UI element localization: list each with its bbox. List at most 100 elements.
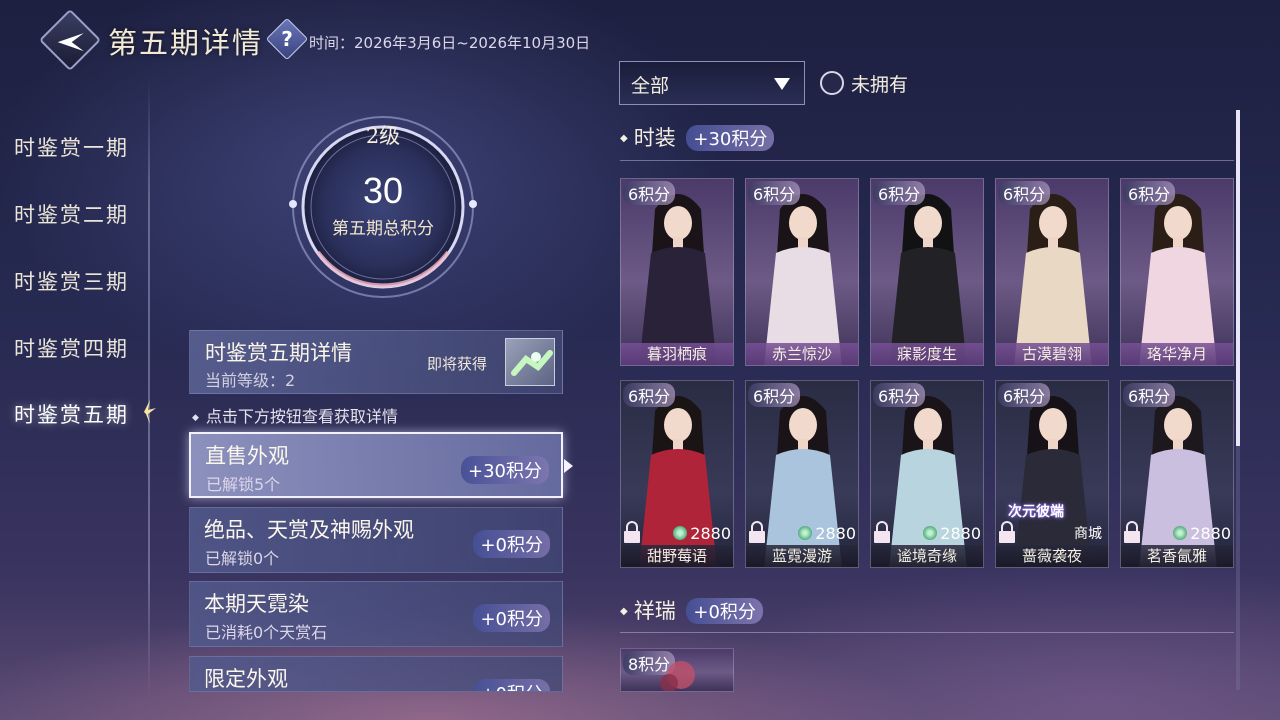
period-detail-card[interactable]: 时鉴赏五期详情 当前等级：2 即将获得 (189, 330, 563, 394)
points-badge: 6积分 (623, 383, 676, 407)
selected-arrow-icon (564, 459, 573, 473)
jade-currency-icon (798, 526, 813, 540)
detail-title: 时鉴赏五期详情 (205, 341, 352, 365)
section-title: 时装 (633, 126, 676, 150)
category-points-badge: +0积分 (473, 679, 550, 691)
points-badge: 6积分 (998, 181, 1051, 205)
fashion-card[interactable]: 6积分 2880 谧境奇缘 (870, 380, 984, 568)
fashion-name: 珞华净月 (1121, 343, 1233, 365)
back-button[interactable] (38, 8, 102, 72)
fashion-card[interactable]: 6积分赤兰惊沙 (745, 178, 859, 366)
category-points-badge: +0积分 (473, 530, 550, 558)
points-badge: 6积分 (1123, 181, 1176, 205)
price-value: 2880 (815, 524, 856, 543)
filter-dropdown[interactable]: 全部 (619, 61, 805, 105)
fashion-name: 赤兰惊沙 (746, 343, 858, 365)
fashion-name: 蔷薇袭夜 (996, 545, 1108, 567)
shop-label: 商城 (1074, 526, 1102, 542)
category-points-badge: +0积分 (473, 604, 550, 632)
section-fashion: ◆ 时装 +30积分 (620, 122, 775, 152)
category-title: 限定外观 (204, 667, 288, 691)
soon-label: 即将获得 (427, 355, 488, 373)
points-badge: 6积分 (873, 181, 926, 205)
scrollbar-thumb[interactable] (1236, 110, 1240, 446)
brand-logo: 次元彼端 (1008, 504, 1064, 520)
xiangrui-card[interactable]: 8积分 (620, 648, 734, 692)
section-xiangrui: ◆ 祥瑞 +0积分 (620, 595, 763, 625)
jade-reward-icon (511, 350, 553, 376)
points-badge: 6积分 (998, 383, 1051, 407)
nav-item-period-5[interactable]: 时鉴赏五期 (14, 399, 129, 429)
category-sub: 已解锁0个 (205, 549, 280, 568)
fashion-name: 暮羽栖痕 (621, 343, 733, 365)
nav-divider (148, 80, 150, 700)
reward-item-icon[interactable] (505, 338, 555, 386)
fashion-name: 寐影度生 (871, 343, 983, 365)
fashion-card[interactable]: 6积分古漠碧翎 (995, 178, 1109, 366)
nav-item-period-4[interactable]: 时鉴赏四期 (14, 333, 129, 363)
points-badge: 6积分 (1123, 383, 1176, 407)
lock-icon (1124, 521, 1140, 543)
points-badge: 6积分 (873, 383, 926, 407)
not-owned-radio[interactable] (820, 71, 844, 95)
jade-currency-icon (1173, 526, 1188, 540)
fashion-card[interactable]: 6积分珞华净月 (1120, 178, 1234, 366)
fashion-name: 蓝霓漫游 (746, 545, 858, 567)
lock-icon (999, 521, 1015, 543)
nav-item-period-2[interactable]: 时鉴赏二期 (14, 199, 129, 229)
price-label: 2880 (1173, 524, 1231, 543)
character-figure-icon (889, 194, 967, 365)
total-score-label: 第五期总积分 (332, 219, 434, 239)
fashion-name: 甜野莓语 (621, 545, 733, 567)
category-title: 本期天霓染 (204, 592, 309, 616)
lock-icon (749, 521, 765, 543)
price-value: 2880 (940, 524, 981, 543)
price-label: 2880 (923, 524, 981, 543)
fashion-card[interactable]: 6积分商城 次元彼端蔷薇袭夜 (995, 380, 1109, 568)
back-arrow-icon (57, 33, 84, 52)
jade-currency-icon (923, 526, 938, 540)
category-direct-sale[interactable]: 直售外观 已解锁5个 +30积分 (189, 432, 563, 498)
section-divider (620, 160, 1234, 161)
nav-item-period-1[interactable]: 时鉴赏一期 (14, 132, 129, 162)
lock-icon (874, 521, 890, 543)
rose-figure-icon (660, 661, 695, 691)
section-points-badge: +30积分 (686, 125, 775, 151)
hint-text: 点击下方按钮查看获取详情 (192, 403, 398, 427)
fashion-name: 谧境奇缘 (871, 545, 983, 567)
total-score: 30 (362, 170, 404, 211)
section-title: 祥瑞 (633, 599, 676, 623)
current-level: 当前等级：2 (205, 371, 296, 390)
category-title: 绝品、天赏及神赐外观 (204, 518, 414, 542)
fashion-name: 茗香氤雅 (1121, 545, 1233, 567)
fashion-card[interactable]: 6积分 2880 甜野莓语 (620, 380, 734, 568)
character-figure-icon (1014, 194, 1092, 365)
fashion-card[interactable]: 6积分 暮羽栖痕 (620, 178, 734, 366)
jade-currency-icon (673, 526, 688, 540)
price-label: 2880 (798, 524, 856, 543)
character-figure-icon (639, 194, 717, 365)
category-sub: 已消耗0个天赏石 (205, 623, 328, 642)
fashion-card[interactable]: 6积分寐影度生 (870, 178, 984, 366)
character-figure-icon (1139, 194, 1217, 365)
section-points-badge: +0积分 (686, 598, 763, 624)
category-premium[interactable]: 绝品、天赏及神赐外观 已解锁0个 +0积分 (189, 507, 563, 573)
page-title: 第五期详情 (108, 26, 264, 60)
category-limited[interactable]: 限定外观 +0积分 (189, 656, 563, 692)
category-dye[interactable]: 本期天霓染 已消耗0个天赏石 +0积分 (189, 581, 563, 647)
lock-icon (624, 521, 640, 543)
fashion-card[interactable]: 6积分 2880 茗香氤雅 (1120, 380, 1234, 568)
fashion-card[interactable]: 6积分 2880 蓝霓漫游 (745, 380, 859, 568)
section-divider (620, 632, 1234, 633)
not-owned-label[interactable]: 未拥有 (851, 70, 908, 97)
category-title: 直售外观 (205, 444, 289, 468)
period-time: 时间：2026年3月6日~2026年10月30日 (309, 34, 591, 52)
filter-value: 全部 (631, 75, 670, 97)
price-value: 2880 (690, 524, 731, 543)
fashion-name: 古漠碧翎 (996, 343, 1108, 365)
points-badge: 6积分 (748, 181, 801, 205)
dropdown-arrow-icon (774, 78, 790, 90)
nav-item-period-3[interactable]: 时鉴赏三期 (14, 266, 129, 296)
help-icon[interactable]: ? (265, 17, 309, 61)
category-sub: 已解锁5个 (206, 475, 281, 494)
